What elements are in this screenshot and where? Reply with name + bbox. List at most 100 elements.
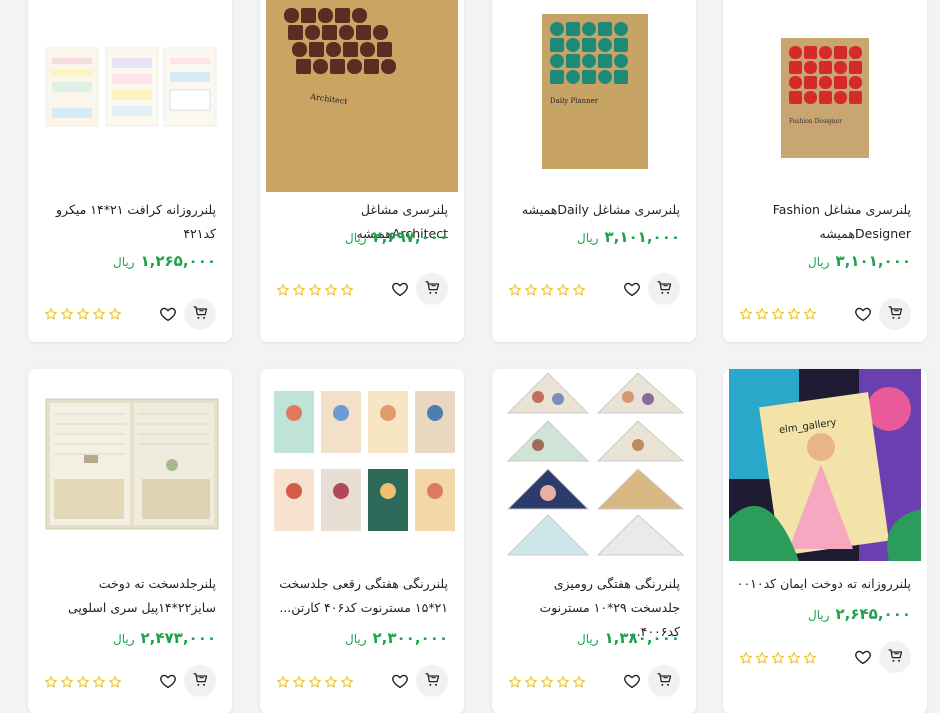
star-outline-icon[interactable]	[108, 674, 122, 693]
star-outline-icon[interactable]	[572, 282, 586, 301]
product-image[interactable]	[34, 0, 226, 192]
star-outline-icon[interactable]	[524, 282, 538, 301]
star-outline-icon[interactable]	[60, 306, 74, 325]
star-outline-icon[interactable]	[540, 674, 554, 693]
heart-icon[interactable]	[623, 672, 641, 690]
star-outline-icon[interactable]	[44, 674, 58, 693]
star-outline-icon[interactable]	[108, 306, 122, 325]
price-value: ۳,۱۰۱,۰۰۰	[604, 228, 680, 246]
add-to-cart-button[interactable]	[184, 665, 216, 697]
star-outline-icon[interactable]	[803, 306, 817, 325]
add-to-cart-button[interactable]	[879, 298, 911, 330]
product-title[interactable]: پلنرروزانه ته دوخت ایمان کد۰۰۱۰	[735, 572, 911, 596]
heart-icon[interactable]	[391, 280, 409, 298]
product-image[interactable]: Fashion Designer	[729, 0, 921, 192]
rating-stars[interactable]	[739, 306, 817, 325]
cart-icon	[887, 304, 904, 325]
star-outline-icon[interactable]	[308, 674, 322, 693]
star-outline-icon[interactable]	[324, 674, 338, 693]
add-to-cart-button[interactable]	[648, 665, 680, 697]
star-outline-icon[interactable]	[340, 282, 354, 301]
product-card[interactable]: پلنررنگی هفتگی رقعی جلدسخت ۲۱*۱۵ مسترنوت…	[260, 369, 464, 713]
heart-icon[interactable]	[854, 305, 872, 323]
heart-icon[interactable]	[391, 672, 409, 690]
product-title[interactable]: پلنرجلدسخت ته دوخت سایز۲۲*۱۴پیل سری اسلو…	[40, 572, 216, 620]
product-title[interactable]: پلنرسری مشاغل Dailyهمیشه	[504, 198, 680, 222]
star-outline-icon[interactable]	[324, 282, 338, 301]
cart-icon	[887, 647, 904, 668]
star-outline-icon[interactable]	[76, 674, 90, 693]
add-to-cart-button[interactable]	[416, 665, 448, 697]
rating-stars[interactable]	[508, 282, 586, 301]
product-card[interactable]: پلنررنگی هفتگی رومیزی جلدسخت ۲۹*۱۰ مسترن…	[492, 369, 696, 713]
product-title[interactable]: پلنرروزانه کرافت ۲۱*۱۴ میکرو کد۴۲۱	[40, 198, 216, 246]
add-to-cart-button[interactable]	[879, 641, 911, 673]
product-image[interactable]	[266, 369, 458, 561]
star-outline-icon[interactable]	[771, 306, 785, 325]
rating-stars[interactable]	[508, 674, 586, 693]
rating-stars[interactable]	[276, 674, 354, 693]
star-outline-icon[interactable]	[787, 306, 801, 325]
product-card[interactable]: پلنرروزانه کرافت ۲۱*۱۴ میکرو کد۴۲۱ ۱,۲۶۵…	[28, 0, 232, 342]
product-card[interactable]: Daily Planner پلنرسری مشاغل Dailyهمیشه ۳…	[492, 0, 696, 342]
product-image[interactable]	[498, 369, 690, 561]
star-outline-icon[interactable]	[771, 650, 785, 669]
product-title[interactable]: پلنرسری مشاغل Fashion Designerهمیشه	[735, 198, 911, 246]
product-card[interactable]: پلنرجلدسخت ته دوخت سایز۲۲*۱۴پیل سری اسلو…	[28, 369, 232, 713]
cart-icon	[656, 671, 673, 692]
product-title[interactable]: پلنررنگی هفتگی رقعی جلدسخت ۲۱*۱۵ مسترنوت…	[272, 572, 448, 620]
price-currency: ریال	[808, 255, 830, 269]
star-outline-icon[interactable]	[308, 282, 322, 301]
star-outline-icon[interactable]	[540, 282, 554, 301]
product-image[interactable]: elm_gallery	[729, 369, 921, 561]
star-outline-icon[interactable]	[787, 650, 801, 669]
star-outline-icon[interactable]	[340, 674, 354, 693]
heart-icon[interactable]	[623, 280, 641, 298]
product-card[interactable]: Fashion Designer پلنرسری مشاغل Fashion D…	[723, 0, 927, 342]
star-outline-icon[interactable]	[292, 282, 306, 301]
star-outline-icon[interactable]	[755, 306, 769, 325]
add-to-cart-button[interactable]	[416, 273, 448, 305]
heart-icon[interactable]	[854, 648, 872, 666]
star-outline-icon[interactable]	[556, 674, 570, 693]
star-outline-icon[interactable]	[292, 674, 306, 693]
add-to-cart-button[interactable]	[648, 273, 680, 305]
star-outline-icon[interactable]	[92, 674, 106, 693]
star-outline-icon[interactable]	[556, 282, 570, 301]
product-card[interactable]: Architect پلنرسری مشاغل Architectهمیشه ۲…	[260, 0, 464, 342]
product-card[interactable]: elm_gallery پلنرروزانه ته دوخت ایمان کد۰…	[723, 369, 927, 713]
star-outline-icon[interactable]	[739, 650, 753, 669]
add-to-cart-button[interactable]	[184, 298, 216, 330]
price-currency: ریال	[113, 632, 135, 646]
heart-icon[interactable]	[159, 672, 177, 690]
heart-icon[interactable]	[159, 305, 177, 323]
cart-icon	[656, 279, 673, 300]
product-image[interactable]: Daily Planner	[498, 0, 690, 192]
price-value: ۲,۶۴۵,۰۰۰	[835, 605, 911, 623]
star-outline-icon[interactable]	[508, 282, 522, 301]
rating-stars[interactable]	[739, 650, 817, 669]
star-outline-icon[interactable]	[524, 674, 538, 693]
star-outline-icon[interactable]	[755, 650, 769, 669]
star-outline-icon[interactable]	[60, 674, 74, 693]
product-price: ۳,۱۰۱,۰۰۰ ریال	[577, 228, 680, 246]
price-currency: ریال	[808, 608, 830, 622]
star-outline-icon[interactable]	[803, 650, 817, 669]
star-outline-icon[interactable]	[76, 306, 90, 325]
star-outline-icon[interactable]	[44, 306, 58, 325]
rating-stars[interactable]	[44, 306, 122, 325]
product-image[interactable]: Architect	[266, 0, 458, 192]
product-price: ۲,۳۰۰,۰۰۰ ریال	[345, 629, 448, 647]
cover-text: Daily Planner	[550, 97, 599, 105]
price-currency: ریال	[577, 231, 599, 245]
product-price: ۲,۶۹۷,۰۰۰ ریال	[345, 228, 448, 246]
star-outline-icon[interactable]	[276, 282, 290, 301]
product-image[interactable]	[34, 369, 226, 561]
star-outline-icon[interactable]	[276, 674, 290, 693]
star-outline-icon[interactable]	[92, 306, 106, 325]
star-outline-icon[interactable]	[508, 674, 522, 693]
star-outline-icon[interactable]	[572, 674, 586, 693]
rating-stars[interactable]	[276, 282, 354, 301]
rating-stars[interactable]	[44, 674, 122, 693]
star-outline-icon[interactable]	[739, 306, 753, 325]
